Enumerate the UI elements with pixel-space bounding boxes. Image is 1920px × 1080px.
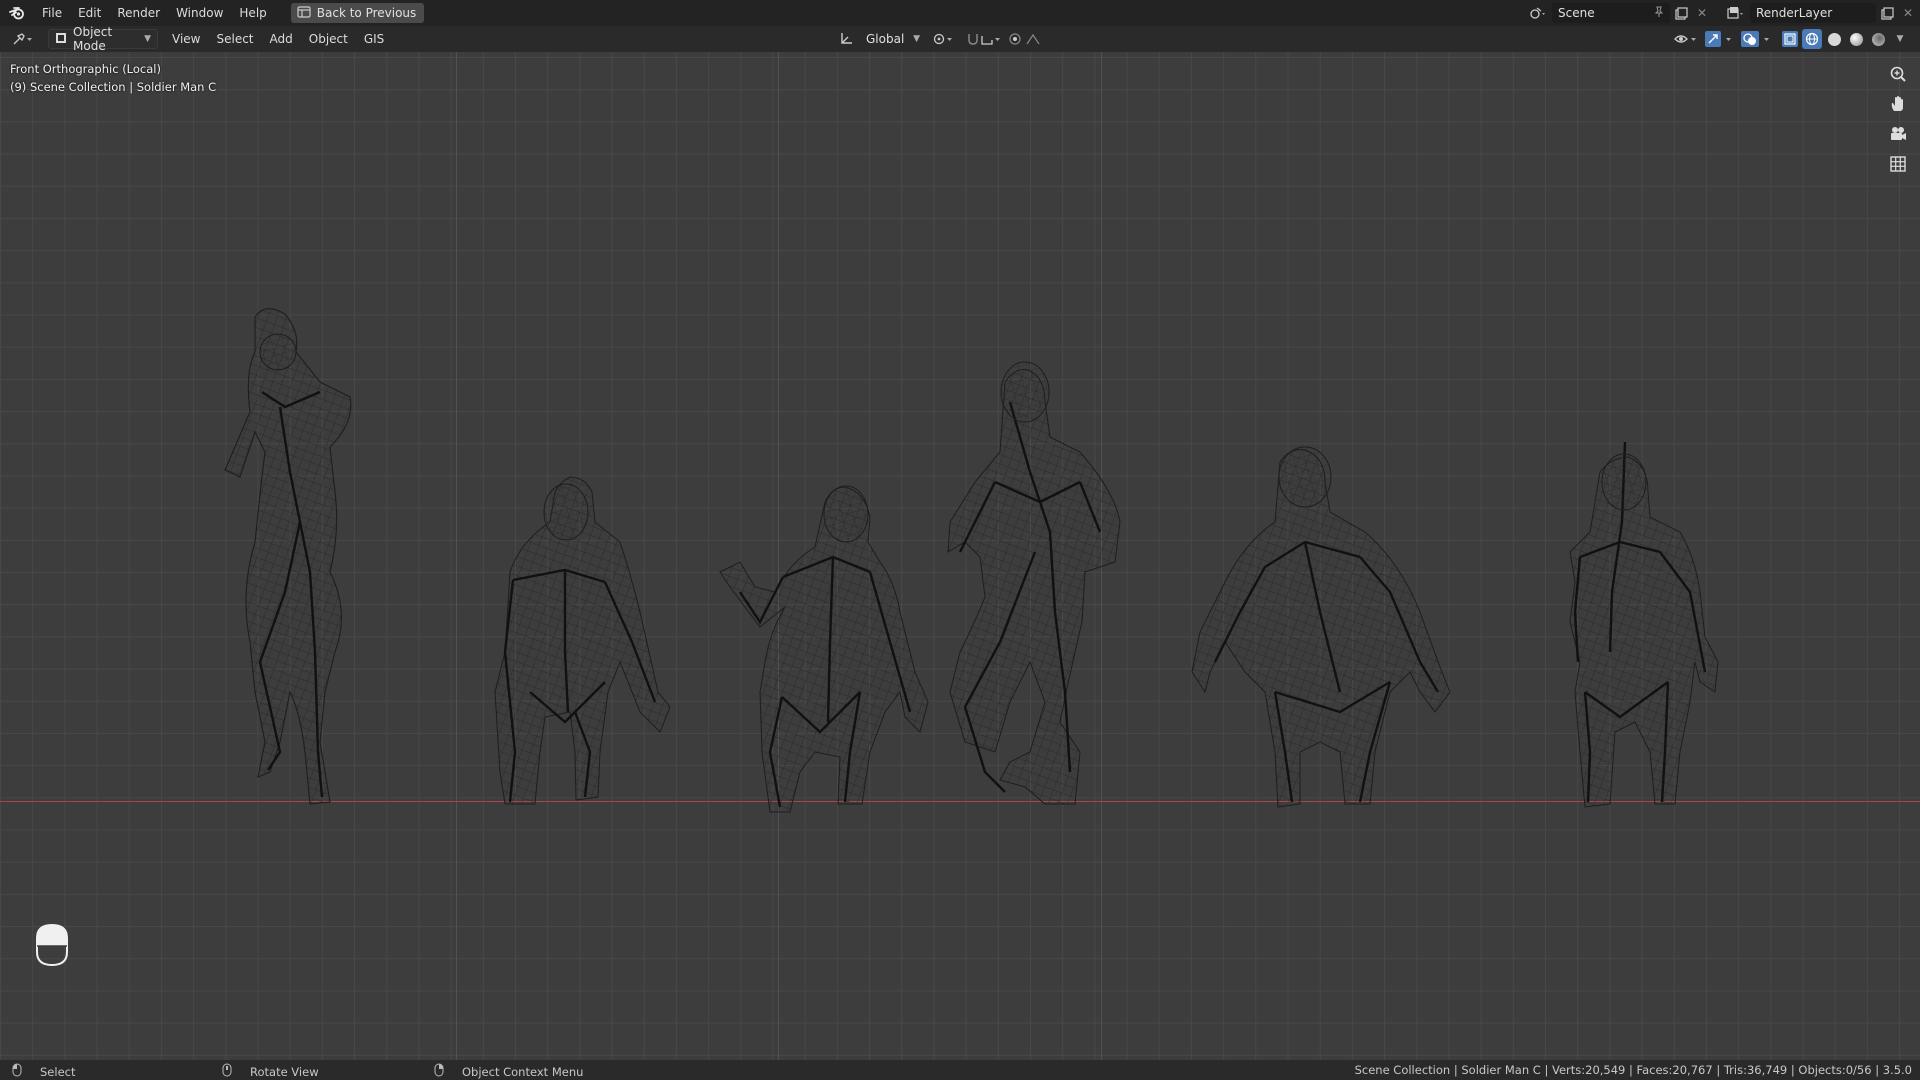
visibility-icon[interactable]	[1672, 29, 1702, 49]
orientation-dropdown[interactable]: Global ▼	[860, 29, 926, 49]
wireframe-figure-5	[1191, 446, 1451, 808]
gizmo-icon[interactable]	[1704, 29, 1738, 49]
transform-orientation-icon[interactable]	[836, 29, 856, 49]
menu-view[interactable]: View	[164, 26, 208, 52]
solid-shading-icon[interactable]	[1824, 29, 1844, 49]
wireframe-figure-2	[494, 476, 671, 805]
wireframe-figure-3	[719, 485, 929, 813]
orientation-label: Global	[866, 32, 905, 46]
zoom-icon[interactable]	[1886, 62, 1910, 86]
wireframe-figure-1	[224, 308, 352, 805]
menu-render[interactable]: Render	[109, 0, 168, 26]
menu-gis[interactable]: GIS	[356, 26, 392, 52]
menu-object[interactable]: Object	[301, 26, 356, 52]
viewport-header: Object Mode ▼ View Select Add Object GIS…	[0, 25, 1920, 53]
wireframe-figures	[224, 308, 1719, 813]
scene-statistics: Scene Collection | Soldier Man C | Verts…	[1354, 1063, 1912, 1077]
wireframe-figure-6	[1569, 441, 1719, 808]
render-layer-field[interactable]: RenderLayer	[1750, 3, 1876, 23]
proportional-edit-icon[interactable]	[1008, 29, 1048, 49]
object-mode-dropdown[interactable]: Object Mode ▼	[48, 25, 158, 53]
blender-logo-icon[interactable]	[0, 0, 34, 26]
menu-file[interactable]: File	[34, 0, 70, 26]
orientation-chevron-icon: ▼	[913, 34, 920, 44]
status-rotate-view: Rotate View	[222, 1063, 319, 1080]
status-select-label: Select	[40, 1064, 76, 1079]
close-render-layer-icon[interactable]: ✕	[1898, 3, 1918, 23]
status-context-label: Object Context Menu	[462, 1064, 584, 1079]
menu-window[interactable]: Window	[168, 0, 231, 26]
camera-icon[interactable]	[1886, 122, 1910, 146]
left-mouse-icon	[12, 1063, 22, 1080]
mouse-icon	[34, 922, 70, 971]
scene-field[interactable]: Scene	[1552, 3, 1670, 23]
close-icon[interactable]: ✕	[1692, 3, 1712, 23]
scene-icon[interactable]	[1524, 3, 1552, 23]
menu-help[interactable]: Help	[231, 0, 274, 26]
status-context-menu: Object Context Menu	[434, 1063, 583, 1080]
back-to-previous-button[interactable]: Back to Previous	[290, 3, 425, 23]
shading-options-chevron-icon[interactable]: ▼	[1890, 29, 1910, 49]
grid-view-icon[interactable]	[1886, 152, 1910, 176]
pivot-icon[interactable]	[930, 29, 960, 49]
rendered-shading-icon[interactable]	[1868, 29, 1888, 49]
menu-select[interactable]: Select	[208, 26, 261, 52]
pin-icon[interactable]	[1654, 6, 1664, 21]
menu-add[interactable]: Add	[262, 26, 301, 52]
3d-viewport[interactable]: Front Orthographic (Local) (9) Scene Col…	[0, 52, 1920, 1060]
editor-type-icon[interactable]	[6, 29, 42, 49]
viewport-shading-controls: ▼	[1672, 29, 1910, 49]
wireframe-shading-icon[interactable]	[1802, 29, 1822, 49]
pan-hand-icon[interactable]	[1886, 92, 1910, 116]
render-layer-selector: RenderLayer ✕	[1722, 3, 1918, 23]
back-to-previous-icon	[297, 5, 311, 21]
chevron-down-icon: ▼	[144, 34, 151, 44]
xray-icon[interactable]	[1780, 29, 1800, 49]
new-scene-icon[interactable]	[1670, 3, 1692, 23]
render-layer-icon[interactable]	[1722, 3, 1750, 23]
snap-icon[interactable]	[964, 29, 1004, 49]
right-mouse-icon	[434, 1063, 444, 1080]
overlay-icon[interactable]	[1740, 29, 1778, 49]
status-bar: Select Rotate View Object Context Menu S…	[0, 1060, 1920, 1080]
material-shading-icon[interactable]	[1846, 29, 1866, 49]
new-render-layer-icon[interactable]	[1876, 3, 1898, 23]
top-menu-bar: File Edit Render Window Help Back to Pre…	[0, 0, 1920, 26]
status-rotate-label: Rotate View	[250, 1064, 319, 1079]
object-mode-icon	[55, 32, 67, 47]
scene-name: Scene	[1558, 6, 1595, 20]
middle-mouse-icon	[222, 1063, 232, 1080]
scene-selector: Scene ✕	[1524, 3, 1712, 23]
back-to-previous-label: Back to Previous	[316, 6, 417, 20]
wireframe-figure-4	[947, 361, 1121, 805]
object-mode-label: Object Mode	[73, 25, 113, 53]
render-layer-name: RenderLayer	[1756, 6, 1833, 20]
menu-edit[interactable]: Edit	[70, 0, 109, 26]
transform-controls: Global ▼	[836, 29, 1048, 49]
status-select: Select	[12, 1063, 75, 1080]
